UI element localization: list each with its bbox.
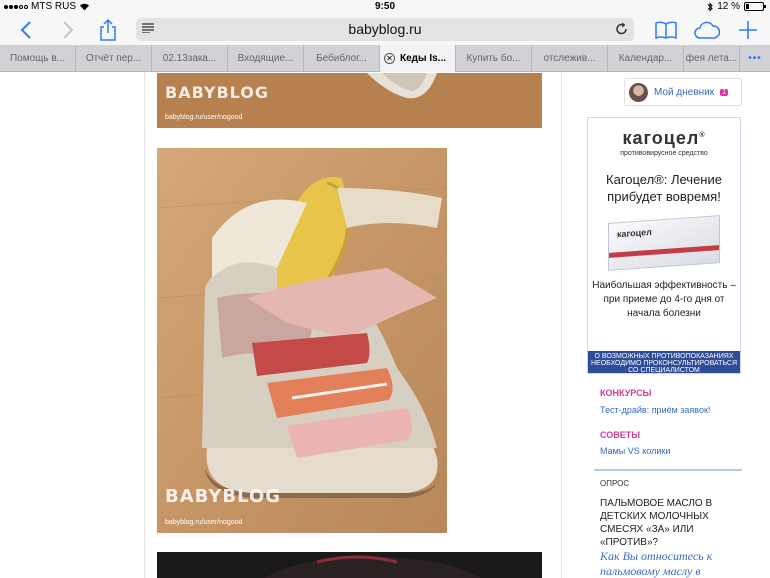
plus-icon [739,20,757,39]
contests-link[interactable]: Тест-драйв: приём заявок! [600,405,710,415]
post-photo-2[interactable]: BABYBLOG babyblog.ru/user/nogood [157,148,447,533]
status-bar: MTS RUS 9:50 12 % [0,0,770,14]
kagocel-ad-banner[interactable]: кагоцел® противовирусное средство Кагоце… [587,117,741,380]
tab-9[interactable]: Календар... [608,45,684,72]
tab-4[interactable]: Входящие... [228,45,304,72]
diary-count-badge: 1 [720,88,728,96]
address-bar[interactable]: babyblog.ru [136,18,634,41]
divider [594,469,742,471]
tab-1[interactable]: Помощь в... [0,45,76,72]
clock: 9:50 [374,1,395,12]
ad-box-label: кагоцел [617,226,652,240]
chevron-right-icon [63,20,74,39]
back-button[interactable] [14,14,38,45]
ad-disclaimer: О ВОЗМОЖНЫХ ПРОТИВОПОКАЗАНИЯХ НЕОБХОДИМО… [588,351,740,380]
sneaker-photo-image [157,148,447,533]
avatar [629,82,648,102]
ad-reg-number: Рег. уд. № 002027/01 от 18.11.2007 [623,374,705,380]
tab-10[interactable]: фея лета... [684,45,740,72]
post-photo-1[interactable]: BABYBLOG babyblog.ru/user/nogood [157,73,542,128]
ad-brand-sub: противовирусное средство [620,150,708,157]
more-tabs-button[interactable]: ••• [740,45,770,72]
browser-toolbar: babyblog.ru [0,14,770,45]
ad-brand-logo: кагоцел® [622,128,706,148]
status-right: 12 % [707,1,766,12]
ad-tagline: Наибольшая эффективность – при приеме до… [592,280,736,319]
cloud-icon [694,21,720,39]
icloud-tabs-button[interactable] [692,14,722,45]
battery-percent: 12 % [717,1,740,12]
tab-active[interactable]: ✕ Кеды Is... [380,45,456,72]
tab-8[interactable]: отслежив... [532,45,608,72]
sidebar: Мой дневник 1 кагоцел® противовирусное с… [586,73,746,578]
reload-icon[interactable] [615,22,628,36]
tab-bar: Помощь в... Отчёт пер... 02.13закa... Вх… [0,45,770,72]
url-text: babyblog.ru [348,21,422,37]
battery-icon [744,2,766,11]
share-icon [100,18,116,41]
close-tab-icon[interactable]: ✕ [384,53,395,64]
ad-headline: Кагоцел®: Лечение прибудет вовремя! [606,172,722,204]
tab-7[interactable]: Купить бо... [456,45,532,72]
chevron-left-icon [20,20,31,39]
post-content: BABYBLOG babyblog.ru/user/nogood BABYBLO… [144,73,562,578]
forward-button[interactable] [56,14,80,45]
tab-2[interactable]: Отчёт пер... [76,45,152,72]
watermark-logo-2: BABYBLOG [165,486,282,507]
bluetooth-icon [707,1,713,12]
poll-question: Как Вы относитесь к пальмовому маслу в [600,549,713,578]
new-tab-button[interactable] [736,14,760,45]
book-icon [655,20,677,39]
watermark-url: babyblog.ru/user/nogood [165,114,243,121]
poll-title: Пальмовое масло в детских молочных смеся… [600,498,713,548]
web-page: BABYBLOG babyblog.ru/user/nogood BABYBLO… [0,73,770,578]
watermark-logo: BABYBLOG [165,83,270,102]
tab-3[interactable]: 02.13закa... [152,45,228,72]
my-diary-label: Мой дневник [654,86,715,98]
tab-5[interactable]: Бебиблог... [304,45,380,72]
poll-label: ОПРОС [600,479,630,488]
tab-active-label: Кеды Is... [400,53,447,64]
more-icon: ••• [748,53,762,64]
advice-title: СОВЕТЫ [600,430,641,440]
bookmarks-button[interactable] [652,14,680,45]
contests-title: КОНКУРСЫ [600,388,652,398]
share-button[interactable] [94,14,122,45]
advice-link[interactable]: Мамы VS колики [600,446,670,456]
post-photo-3[interactable] [157,552,542,578]
watermark-url-2: babyblog.ru/user/nogood [165,519,243,526]
photo-3-image [157,552,542,578]
my-diary-button[interactable]: Мой дневник 1 [624,78,742,106]
ad-product-box: кагоцел [608,215,720,271]
